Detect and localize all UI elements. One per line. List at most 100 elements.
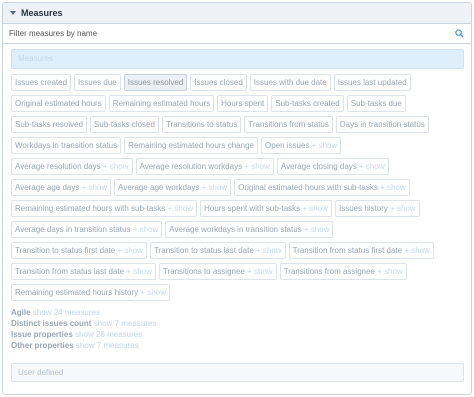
- category-name: Issue properties: [11, 330, 73, 339]
- measure-chip[interactable]: Issues history + show: [334, 200, 420, 217]
- show-toggle-link[interactable]: + show: [390, 204, 416, 213]
- measure-chip-label: Remaining estimated hours history: [15, 288, 139, 297]
- show-toggle-link[interactable]: + show: [82, 183, 108, 192]
- show-toggle-link[interactable]: + show: [133, 225, 159, 234]
- measure-chip-label: Remaining estimated hours with sub-tasks: [15, 204, 166, 213]
- measures-content: Measures Issues created Issues due Issues …: [3, 44, 471, 382]
- measure-chip-label: Average closing days: [280, 162, 357, 171]
- measure-chip-label: Days in transition status: [339, 120, 425, 129]
- measure-chip[interactable]: Transitions from assignee + show: [279, 263, 407, 280]
- show-toggle-link[interactable]: + show: [380, 183, 406, 192]
- measure-chip[interactable]: Transition to status first date + show: [11, 242, 148, 259]
- measure-chip-label: Original estimated hours with sub-tasks: [238, 183, 378, 192]
- category-name: Other properties: [11, 341, 74, 350]
- measure-chip[interactable]: Average resolution days + show: [11, 158, 133, 175]
- measure-chip[interactable]: Average age days + show: [11, 179, 112, 196]
- measure-chip[interactable]: Average days in transition status + show: [11, 221, 163, 238]
- measure-chip-label: Remaining estimated hours change: [128, 141, 254, 150]
- measure-chip[interactable]: Issues resolved: [123, 74, 188, 91]
- show-toggle-link[interactable]: + show: [244, 162, 270, 171]
- measure-chip[interactable]: Transitions from status: [244, 116, 333, 133]
- measure-chip-label: Hours spent with sub-tasks: [204, 204, 301, 213]
- measure-chip-label: Transition from status last date: [15, 267, 125, 276]
- show-measures-link[interactable]: show 24 measures: [33, 308, 100, 317]
- user-defined-section[interactable]: User defined: [11, 363, 464, 382]
- measure-chip[interactable]: Issues due: [74, 74, 121, 91]
- show-toggle-link[interactable]: + show: [168, 204, 194, 213]
- measure-chip-label: Sub-tasks resolved: [15, 120, 84, 129]
- measure-chip[interactable]: Remaining estimated hours with sub-tasks…: [11, 200, 198, 217]
- measure-chip-label: Transitions to status: [165, 120, 238, 129]
- category-row: Other properties show 7 measures: [11, 340, 464, 351]
- measure-chip-label: Transition to status last date: [154, 246, 254, 255]
- measure-chip-label: Issues last updated: [337, 78, 407, 87]
- measure-chip-label: Remaining estimated hours: [112, 99, 211, 108]
- measure-chip-label: Average age days: [15, 183, 80, 192]
- measure-chip[interactable]: Remaining estimated hours: [108, 95, 215, 112]
- measure-chip[interactable]: Transition from status last date + show: [11, 263, 156, 280]
- show-toggle-link[interactable]: + show: [256, 246, 282, 255]
- measures-header[interactable]: Measures: [3, 3, 471, 24]
- measure-chip[interactable]: Issues created: [11, 74, 72, 91]
- measure-chip[interactable]: Transition from status first date + show: [288, 242, 434, 259]
- measure-chip-label: Transitions from assignee: [283, 267, 375, 276]
- measure-chip[interactable]: Average age workdays + show: [114, 179, 232, 196]
- measure-chip-label: Issues with due date: [253, 78, 327, 87]
- show-toggle-link[interactable]: + show: [377, 267, 403, 276]
- show-toggle-link[interactable]: + show: [117, 246, 143, 255]
- show-toggle-link[interactable]: + show: [202, 183, 228, 192]
- show-toggle-link[interactable]: + show: [247, 267, 273, 276]
- measure-chip[interactable]: Original estimated hours with sub-tasks …: [234, 179, 410, 196]
- collapse-caret-icon[interactable]: [10, 11, 16, 15]
- show-toggle-link[interactable]: + show: [140, 288, 166, 297]
- filter-row: [3, 24, 471, 44]
- section-bar[interactable]: Measures: [11, 49, 464, 69]
- measure-chip[interactable]: Open issues + show: [260, 137, 342, 154]
- measure-chip[interactable]: Transitions to status: [161, 116, 242, 133]
- measure-chip[interactable]: Sub-tasks created: [271, 95, 344, 112]
- measure-chip[interactable]: Remaining estimated hours history + show: [11, 284, 170, 301]
- show-measures-link[interactable]: show 28 measures: [75, 330, 142, 339]
- show-measures-link[interactable]: show 7 measures: [94, 319, 157, 328]
- show-toggle-link[interactable]: + show: [302, 204, 328, 213]
- measure-chip[interactable]: Hours spent with sub-tasks + show: [200, 200, 332, 217]
- search-icon[interactable]: [455, 29, 464, 38]
- measure-chip[interactable]: Issues with due date: [249, 74, 331, 91]
- measure-chip[interactable]: Transition to status last date + show: [150, 242, 286, 259]
- measure-categories: Agile show 24 measures Distinct issues co…: [11, 307, 464, 351]
- measure-chip[interactable]: Average workdays in transition status + …: [165, 221, 334, 238]
- show-toggle-link[interactable]: + show: [126, 267, 152, 276]
- measure-chip-label: Open issues: [264, 141, 310, 150]
- measure-chip[interactable]: Average closing days + show: [276, 158, 389, 175]
- category-name: Distinct issues count: [11, 319, 92, 328]
- measure-chip-label: Transition to status first date: [15, 246, 116, 255]
- measure-chip[interactable]: Remaining estimated hours change: [124, 137, 258, 154]
- show-toggle-link[interactable]: + show: [304, 225, 330, 234]
- measure-chip[interactable]: Issues closed: [190, 74, 247, 91]
- measure-chip[interactable]: Original estimated hours: [11, 95, 106, 112]
- measure-chip-label: Issues resolved: [127, 78, 184, 87]
- measure-chip-label: Average resolution workdays: [139, 162, 243, 171]
- show-toggle-link[interactable]: + show: [359, 162, 385, 171]
- measure-chip[interactable]: Average resolution workdays + show: [135, 158, 274, 175]
- measure-chip[interactable]: Sub-tasks due: [346, 95, 406, 112]
- filter-measures-input[interactable]: [3, 24, 471, 43]
- show-toggle-link[interactable]: + show: [312, 141, 338, 150]
- measure-chip[interactable]: Days in transition status: [335, 116, 429, 133]
- measure-chip-label: Average resolution days: [15, 162, 101, 171]
- measure-chip[interactable]: Sub-tasks resolved: [11, 116, 88, 133]
- show-toggle-link[interactable]: + show: [404, 246, 430, 255]
- measure-chip[interactable]: Hours spent: [217, 95, 269, 112]
- measure-chip[interactable]: Workdays in transition status: [11, 137, 122, 154]
- measure-chip-label: Issues closed: [194, 78, 243, 87]
- measure-chips: Issues created Issues due Issues resolved I…: [11, 74, 464, 305]
- measure-chip[interactable]: Issues last updated: [333, 74, 411, 91]
- show-measures-link[interactable]: show 7 measures: [76, 341, 139, 350]
- measure-chip-label: Average age workdays: [118, 183, 200, 192]
- measure-chip[interactable]: Sub-tasks closed: [90, 116, 159, 133]
- measure-chip-label: Average days in transition status: [15, 225, 131, 234]
- category-row: Issue properties show 28 measures: [11, 329, 464, 340]
- measure-chip-label: Sub-tasks due: [350, 99, 402, 108]
- measure-chip[interactable]: Transitions to assignee + show: [158, 263, 277, 280]
- show-toggle-link[interactable]: + show: [103, 162, 129, 171]
